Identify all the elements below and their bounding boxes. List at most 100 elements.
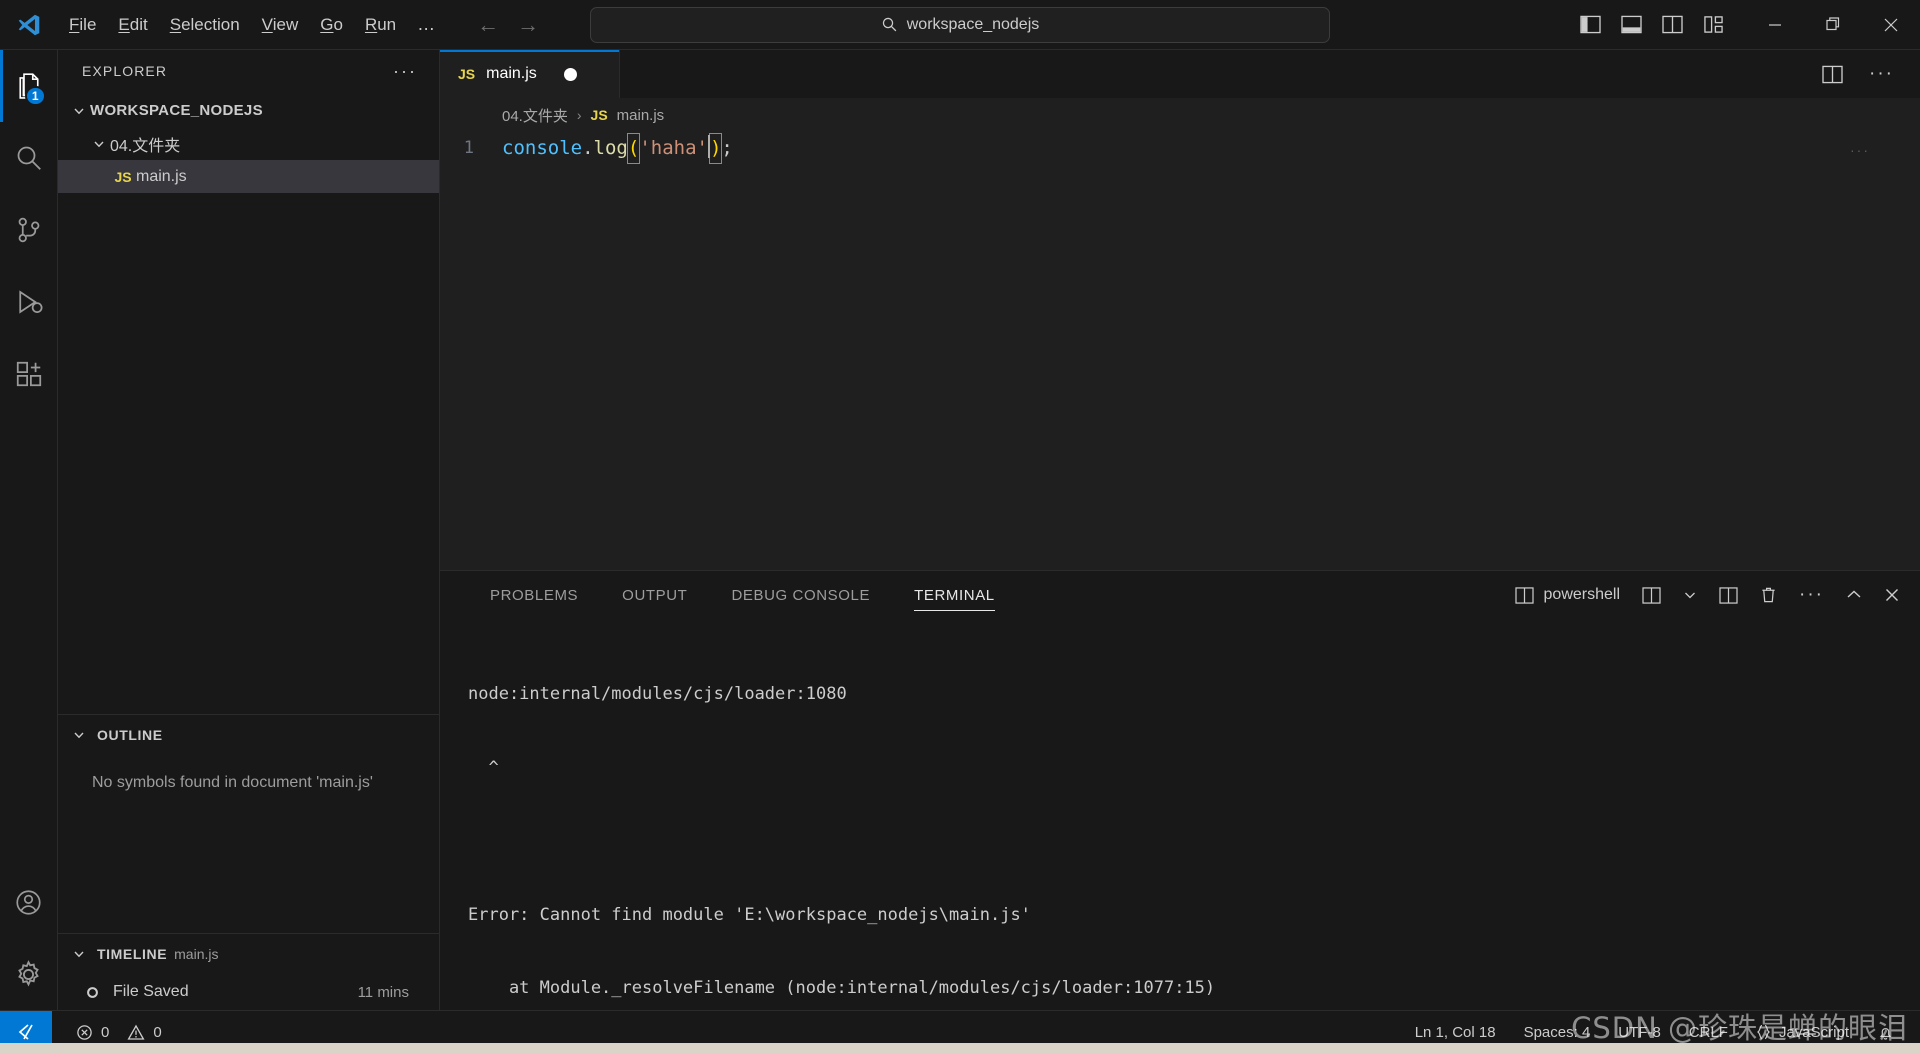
js-file-icon: JS (114, 168, 132, 185)
more-actions-icon[interactable]: ··· (1869, 63, 1894, 85)
outline-title: OUTLINE (97, 727, 163, 743)
tree-row-folder[interactable]: 04.文件夹 (58, 127, 439, 160)
toggle-secondary-sidebar-icon[interactable] (1662, 15, 1683, 34)
terminal-output[interactable]: node:internal/modules/cjs/loader:1080 ^ … (440, 619, 1920, 1010)
chevron-down-icon[interactable] (88, 138, 110, 150)
language-label: JavaScript (1778, 1023, 1849, 1041)
terminal-line-2 (468, 829, 1920, 854)
menu-item-run[interactable]: Run (354, 10, 407, 40)
breadcrumb-item-folder[interactable]: 04.文件夹 (502, 105, 568, 126)
customize-layout-icon[interactable] (1703, 15, 1724, 34)
command-center[interactable]: workspace_nodejs (590, 6, 1330, 43)
ellipsis-icon[interactable]: ··· (393, 61, 417, 82)
code-token-dot: . (582, 137, 594, 159)
code-token-close-paren: ) (708, 133, 723, 164)
split-terminal-icon[interactable] (1719, 586, 1738, 604)
chevron-down-icon[interactable] (68, 105, 90, 117)
chevron-down-icon[interactable] (1683, 588, 1697, 602)
chevron-down-icon[interactable] (68, 948, 90, 960)
toggle-panel-icon[interactable] (1621, 15, 1642, 34)
window-controls (1746, 0, 1920, 49)
minimize-button[interactable] (1746, 0, 1804, 49)
bell-icon (1877, 1024, 1894, 1041)
terminal-tab-powershell[interactable]: powershell (1514, 586, 1620, 604)
close-button[interactable] (1862, 0, 1920, 49)
timeline-item[interactable]: File Saved 11 mins (58, 974, 439, 1010)
sidebar-header: EXPLORER ··· (58, 50, 439, 92)
dirty-indicator[interactable] (563, 67, 577, 81)
error-icon (76, 1024, 93, 1041)
menu-item-file[interactable]: File (58, 10, 107, 40)
line-number: 1 (463, 138, 474, 158)
timeline-section: TIMELINE main.js File Saved 11 mins (58, 933, 439, 1010)
maximize-panel-icon[interactable] (1846, 588, 1862, 602)
restore-button[interactable] (1804, 0, 1862, 49)
timeline-header[interactable]: TIMELINE main.js (58, 934, 439, 974)
tree-row-workspace[interactable]: WORKSPACE_NODEJS (58, 94, 439, 127)
panel-tabs[interactable]: PROBLEMS OUTPUT DEBUG CONSOLE TERMINAL (468, 571, 1017, 619)
os-taskbar-sliver (0, 1043, 1920, 1053)
primary-sidebar: EXPLORER ··· WORKSPACE_NODEJS 04.文件夹 JS … (58, 50, 440, 1010)
circle-outline-icon (86, 986, 99, 999)
menu-item-go[interactable]: Go (309, 10, 354, 40)
error-count: 0 (101, 1023, 110, 1041)
workbench-body: 1 EXPLORER ··· WORKSPACE_NODEJS 04.文件夹 J… (0, 50, 1920, 1010)
activity-item-search[interactable] (0, 122, 58, 194)
go-forward-icon[interactable]: → (517, 13, 539, 36)
outline-header[interactable]: OUTLINE (58, 715, 439, 755)
menu-item-view[interactable]: View (251, 10, 310, 40)
chevron-down-icon[interactable] (68, 729, 90, 741)
activity-item-run-and-debug[interactable] (0, 266, 58, 338)
close-panel-icon[interactable] (1884, 587, 1900, 603)
split-icon (1514, 586, 1534, 604)
tree-label-main-js: main.js (136, 167, 187, 185)
breadcrumb-item-file[interactable]: main.js (617, 107, 665, 124)
menu-label-edit-rest: dit (129, 14, 148, 34)
breadcrumb-separator: › (576, 107, 582, 123)
activity-item-explorer[interactable]: 1 (0, 50, 58, 122)
sidebar-title: EXPLORER (82, 63, 168, 79)
activity-item-settings[interactable] (0, 938, 58, 1010)
more-actions-icon[interactable]: ··· (1799, 584, 1824, 606)
menu-item-edit[interactable]: Edit (107, 10, 158, 40)
activity-item-extensions[interactable] (0, 338, 58, 410)
timeline-item-label: File Saved (113, 983, 189, 1000)
activity-item-accounts[interactable] (0, 866, 58, 938)
new-terminal-icon[interactable] (1642, 586, 1661, 604)
menu-label-run-rest: un (377, 14, 397, 34)
title-bar: File Edit Selection View Go Run … ← → wo… (0, 0, 1920, 50)
code-line-1[interactable]: 1 console. log('haha'); (440, 132, 1920, 164)
tab-output[interactable]: OUTPUT (600, 571, 709, 619)
menu-label-selection-rest: election (181, 14, 240, 34)
menu-item-more[interactable]: … (407, 12, 447, 37)
go-back-icon[interactable]: ← (477, 13, 499, 36)
title-bar-right (1580, 0, 1920, 49)
menu-item-selection[interactable]: Selection (159, 10, 251, 40)
activity-item-source-control[interactable] (0, 194, 58, 266)
panel-header: PROBLEMS OUTPUT DEBUG CONSOLE TERMINAL p… (440, 571, 1920, 619)
explorer-badge: 1 (24, 86, 46, 106)
braces-icon (1756, 1024, 1771, 1040)
file-tree[interactable]: WORKSPACE_NODEJS 04.文件夹 JS main.js (58, 92, 439, 714)
tree-row-main-js[interactable]: JS main.js (58, 160, 439, 193)
vscode-logo-icon (0, 12, 58, 38)
split-editor-icon[interactable] (1822, 65, 1843, 84)
menu-bar[interactable]: File Edit Selection View Go Run … (58, 10, 447, 40)
code-editor[interactable]: 1 console. log('haha'); ··· (440, 132, 1920, 570)
editor-group: JS main.js ··· 04.文件夹 › JS main.js 1 con… (440, 50, 1920, 1010)
outline-empty-message: No symbols found in document 'main.js' (92, 774, 373, 791)
tab-debug-console[interactable]: DEBUG CONSOLE (709, 571, 892, 619)
tab-main-js[interactable]: JS main.js (440, 50, 620, 98)
editor-tabs: JS main.js ··· (440, 50, 1920, 98)
kill-terminal-icon[interactable] (1760, 586, 1777, 604)
breadcrumb[interactable]: 04.文件夹 › JS main.js (440, 98, 1920, 132)
toggle-primary-sidebar-icon[interactable] (1580, 15, 1601, 34)
minimap[interactable]: ··· (1850, 142, 1890, 158)
tab-problems[interactable]: PROBLEMS (468, 571, 600, 619)
tab-terminal[interactable]: TERMINAL (892, 571, 1017, 619)
timeline-subtitle: main.js (174, 946, 219, 962)
outline-body: No symbols found in document 'main.js' (58, 755, 439, 933)
vscode-window: File Edit Selection View Go Run … ← → wo… (0, 0, 1920, 1053)
terminal-line-1: ^ (468, 757, 499, 778)
terminal-line-3: Error: Cannot find module 'E:\workspace_… (468, 904, 1031, 925)
